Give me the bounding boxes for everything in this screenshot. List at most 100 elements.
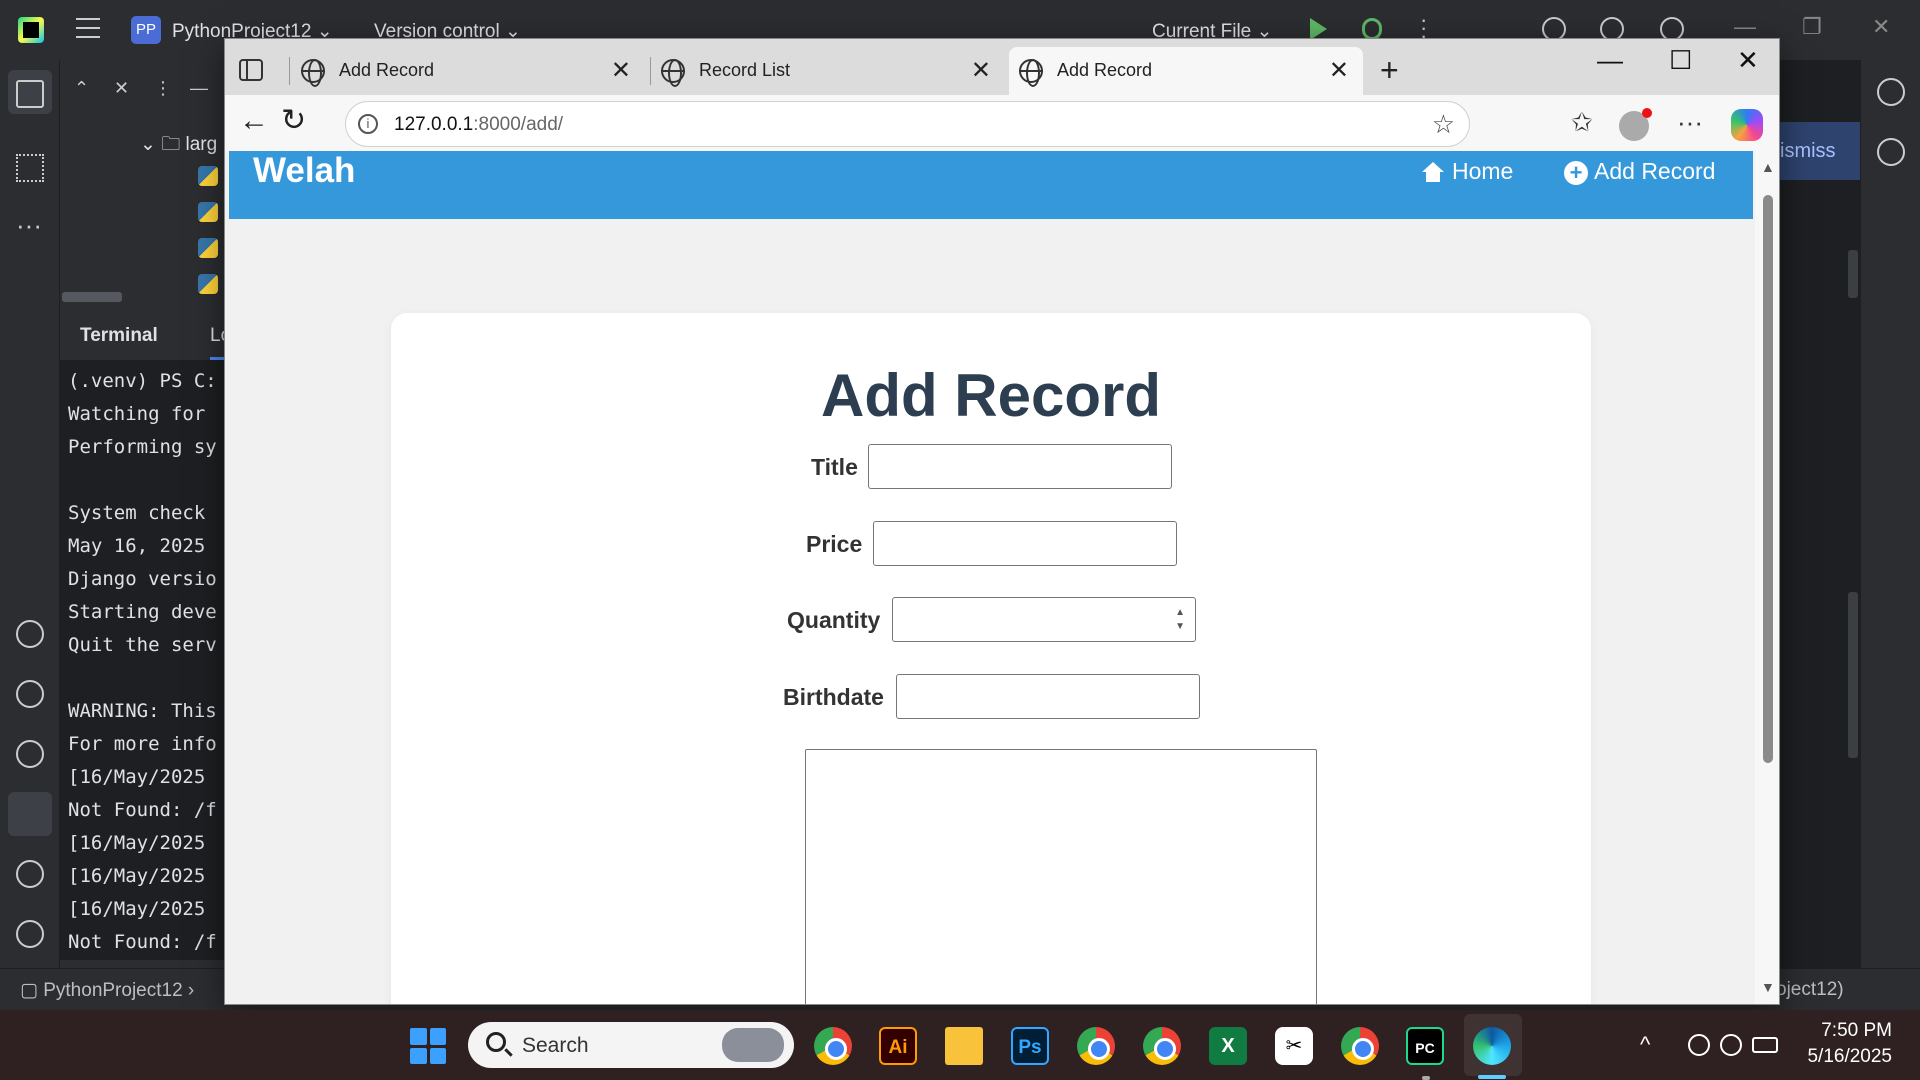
copilot-icon[interactable] [1731, 109, 1763, 141]
edge-icon[interactable] [1473, 1027, 1511, 1065]
back-arrow-icon[interactable]: ← [239, 104, 269, 138]
volume-icon[interactable] [1720, 1034, 1742, 1056]
nav-home-link[interactable]: Home [1452, 158, 1513, 185]
home-icon[interactable] [1422, 162, 1444, 182]
python-file-icon[interactable] [198, 238, 218, 258]
tab-add-record-1[interactable]: Add Record ✕ [291, 47, 645, 95]
chrome-icon[interactable] [1077, 1027, 1115, 1065]
favorites-icon[interactable]: ✩ [1571, 107, 1593, 138]
site-info-icon[interactable]: i [358, 114, 378, 134]
more-menu-icon[interactable]: ··· [1677, 107, 1703, 138]
python-file-icon[interactable] [198, 166, 218, 186]
search-placeholder: Search [522, 1034, 589, 1057]
taskbar-search[interactable]: Search [468, 1022, 794, 1068]
terminal-scrollbar[interactable] [1848, 592, 1858, 758]
tab-actions-icon[interactable] [239, 59, 263, 81]
scroll-down-icon[interactable]: ▼ [1761, 979, 1775, 995]
new-tab-icon[interactable]: + [1380, 52, 1399, 89]
page-scrollbar[interactable]: ▲ ▼ [1755, 151, 1779, 1004]
clock-date[interactable]: 5/16/2025 [1796, 1046, 1892, 1068]
chrome-icon[interactable] [1341, 1027, 1379, 1065]
folder-icon[interactable] [16, 80, 44, 108]
pycharm-icon[interactable]: PC [1406, 1027, 1444, 1065]
more-actions-icon[interactable]: · · · [1420, 9, 1427, 47]
tab-close-icon[interactable]: ✕ [611, 56, 631, 85]
stepper-arrows-icon[interactable]: ▲ ▼ [1175, 606, 1185, 634]
description-textarea[interactable] [805, 749, 1317, 1004]
python-console-icon[interactable] [16, 620, 44, 648]
ide-minimize-icon[interactable]: — [1734, 14, 1756, 40]
terminal-line: Not Found: /f [68, 931, 217, 953]
problems-icon[interactable] [16, 860, 44, 888]
dismiss-link[interactable]: ismiss [1770, 122, 1860, 180]
tab-add-record-active[interactable]: Add Record ✕ [1009, 47, 1363, 95]
services-icon[interactable] [16, 740, 44, 768]
windows-start-icon[interactable] [410, 1028, 446, 1064]
plus-circle-icon[interactable]: + [1564, 161, 1588, 185]
editor-scrollbar[interactable] [1848, 250, 1858, 298]
status-interpreter[interactable]: oject12) [1776, 979, 1844, 1001]
ai-assistant-icon[interactable] [1877, 138, 1905, 166]
profile-avatar-icon[interactable] [1619, 108, 1652, 141]
layers-icon[interactable] [16, 680, 44, 708]
address-text[interactable]: 127.0.0.1:8000/add/ [394, 114, 563, 136]
expand-all-icon[interactable]: ⌃ [74, 78, 89, 99]
chrome-icon[interactable] [814, 1027, 852, 1065]
main-menu-icon[interactable] [76, 18, 100, 38]
chrome-icon[interactable] [1143, 1027, 1181, 1065]
tab-close-icon[interactable]: ✕ [1329, 56, 1349, 85]
terminal-output[interactable]: (.venv) PS C: Watching for Performing sy Sy… [68, 370, 230, 964]
photoshop-icon[interactable]: Ps [1011, 1027, 1049, 1065]
terminal-tab[interactable]: Terminal [80, 325, 158, 347]
clock-time[interactable]: 7:50 PM [1808, 1020, 1892, 1042]
ide-restore-icon[interactable]: ❐ [1802, 14, 1822, 40]
pycharm-logo-icon [18, 17, 44, 43]
ide-close-icon[interactable]: ✕ [1872, 14, 1890, 40]
terminal-line: [16/May/2025 [68, 766, 206, 788]
project-tree-folder[interactable]: ⌄ 🗀 larg [140, 130, 217, 162]
python-file-icon[interactable] [198, 202, 218, 222]
maximize-icon[interactable]: ☐ [1669, 45, 1692, 76]
collapse-all-icon[interactable]: ✕ [114, 78, 129, 99]
pane-hide-icon[interactable]: — [190, 78, 208, 99]
birthdate-label: Birthdate [783, 684, 884, 710]
minimize-icon[interactable]: — [1597, 45, 1623, 76]
structure-icon[interactable] [16, 154, 44, 182]
excel-icon[interactable]: X [1209, 1027, 1247, 1065]
terminal-tool-button[interactable] [8, 792, 52, 836]
address-bar[interactable]: i 127.0.0.1:8000/add/ ☆ [345, 101, 1470, 147]
nav-add-record-link[interactable]: Add Record [1594, 158, 1715, 185]
pane-options-icon[interactable]: ⋮ [154, 78, 172, 99]
battery-icon[interactable] [1752, 1037, 1778, 1053]
notifications-bell-icon[interactable] [1877, 78, 1905, 106]
scroll-up-icon[interactable]: ▲ [1761, 159, 1775, 175]
git-icon[interactable] [16, 920, 44, 948]
birthdate-input[interactable] [896, 674, 1200, 719]
price-input[interactable] [873, 521, 1177, 566]
ide-left-toolbar: ··· [0, 60, 60, 1010]
illustrator-icon[interactable]: Ai [879, 1027, 917, 1065]
debug-icon[interactable] [1362, 18, 1382, 40]
project-badge[interactable]: PP [131, 16, 161, 44]
globe-icon [301, 59, 325, 87]
quantity-stepper[interactable]: ▲ ▼ [892, 597, 1196, 642]
more-tools-icon[interactable]: ··· [16, 212, 44, 248]
scroll-thumb[interactable] [1763, 195, 1773, 763]
tab-record-list[interactable]: Record List ✕ [651, 47, 1005, 95]
favorite-star-icon[interactable]: ☆ [1432, 109, 1455, 140]
reload-icon[interactable]: ↻ [281, 103, 306, 138]
status-breadcrumb[interactable]: ▢ PythonProject12 › [20, 979, 194, 1002]
show-hidden-icons-icon[interactable]: ^ [1640, 1032, 1650, 1058]
price-label: Price [806, 531, 863, 557]
project-pane-scrollbar[interactable] [62, 292, 122, 302]
site-brand[interactable]: Welah [253, 151, 355, 191]
close-window-icon[interactable]: ✕ [1737, 45, 1759, 76]
network-icon[interactable] [1688, 1034, 1710, 1056]
capcut-icon[interactable]: ✂ [1275, 1027, 1313, 1065]
run-icon[interactable] [1310, 18, 1327, 40]
title-input[interactable] [868, 444, 1172, 489]
file-explorer-icon[interactable] [945, 1027, 983, 1065]
python-file-icon[interactable] [198, 274, 218, 294]
tab-close-icon[interactable]: ✕ [971, 56, 991, 85]
search-icon [486, 1032, 506, 1052]
